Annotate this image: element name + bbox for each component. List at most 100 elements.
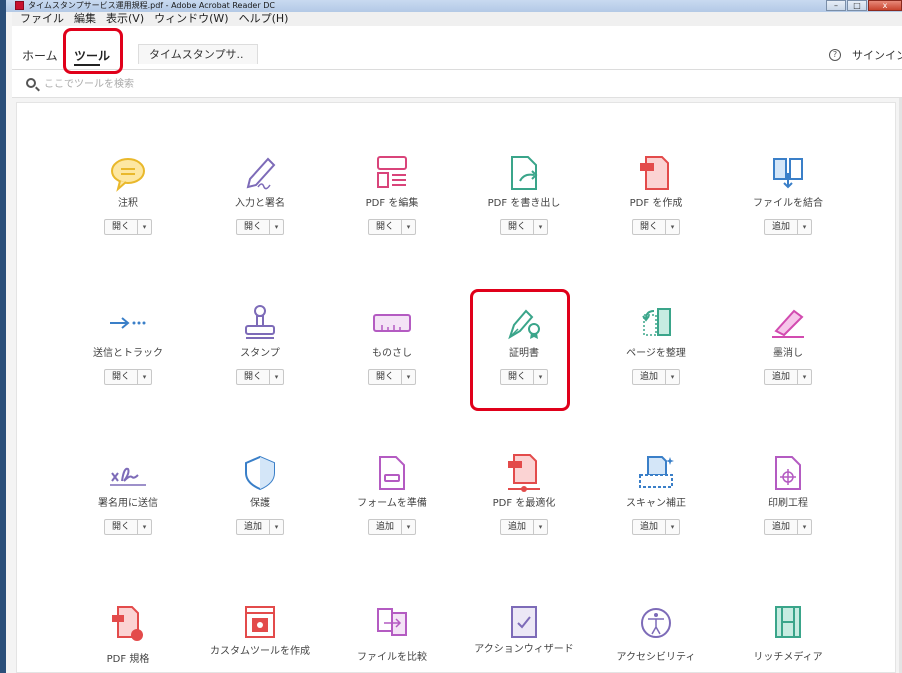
chevron-down-icon[interactable]: ▾ — [665, 220, 679, 234]
tool-open-button[interactable]: 開く ▾ — [104, 519, 152, 535]
chevron-down-icon[interactable]: ▾ — [269, 220, 283, 234]
tool-send-track[interactable]: 送信とトラック 開く ▾ — [63, 303, 193, 385]
tab-document[interactable]: タイムスタンプサ.. — [138, 44, 258, 64]
chevron-down-icon[interactable]: ▾ — [137, 520, 151, 534]
menu-file[interactable]: ファイル — [20, 12, 64, 26]
tool-label: PDF を作成 — [629, 198, 683, 209]
tool-stamp[interactable]: スタンプ 開く ▾ — [195, 303, 325, 385]
tool-export-pdf[interactable]: PDF を書き出し 開く ▾ — [459, 153, 589, 235]
tool-add-button[interactable]: 追加 ▾ — [632, 369, 680, 385]
tool-open-button[interactable]: 開く ▾ — [236, 369, 284, 385]
menu-help[interactable]: ヘルプ(H) — [239, 12, 289, 26]
tool-scan-enhance[interactable]: スキャン補正 追加 ▾ — [591, 453, 721, 535]
tool-label: PDF を最適化 — [492, 498, 556, 509]
tool-open-button[interactable]: 開く ▾ — [632, 219, 680, 235]
chevron-down-icon[interactable]: ▾ — [137, 220, 151, 234]
tool-redact[interactable]: 墨消し 追加 ▾ — [723, 303, 853, 385]
tool-rich-media[interactable]: リッチメディア — [723, 603, 853, 665]
maximize-button[interactable]: □ — [847, 0, 867, 11]
menu-edit[interactable]: 編集 — [74, 12, 96, 26]
redact-icon — [766, 303, 810, 343]
tool-open-button[interactable]: 開く ▾ — [368, 219, 416, 235]
tool-add-button[interactable]: 追加 ▾ — [764, 219, 812, 235]
tool-custom-tool[interactable]: カスタムツールを作成 — [195, 603, 325, 659]
minimize-button[interactable]: – — [826, 0, 846, 11]
tool-button-label: 開く — [375, 222, 394, 232]
tool-label: 印刷工程 — [768, 498, 808, 509]
tool-button-label: 追加 — [771, 372, 790, 382]
scan-enhance-icon — [634, 453, 678, 493]
title-bar: タイムスタンプサービス運用規程.pdf - Adobe Acrobat Read… — [6, 0, 902, 12]
tool-button-label: 追加 — [375, 522, 394, 532]
chevron-down-icon[interactable]: ▾ — [797, 370, 811, 384]
tool-action-wizard[interactable]: アクションウィザード — [459, 603, 589, 657]
tool-ruler[interactable]: ものさし 開く ▾ — [327, 303, 457, 385]
tool-fill-sign[interactable]: 入力と署名 開く ▾ — [195, 153, 325, 235]
tool-button-label: 追加 — [243, 522, 262, 532]
tool-open-button[interactable]: 開く ▾ — [104, 369, 152, 385]
close-button[interactable]: x — [868, 0, 902, 11]
tool-combine-files[interactable]: ファイルを結合 追加 ▾ — [723, 153, 853, 235]
chevron-down-icon[interactable]: ▾ — [401, 220, 415, 234]
tool-protect[interactable]: 保護 追加 ▾ — [195, 453, 325, 535]
tool-open-button[interactable]: 開く ▾ — [104, 219, 152, 235]
tool-label: 入力と署名 — [235, 198, 285, 209]
tool-label: ファイルを比較 — [357, 652, 427, 663]
tool-label: 保護 — [250, 498, 270, 509]
stamp-icon — [238, 303, 282, 343]
tool-open-button[interactable]: 開く ▾ — [236, 219, 284, 235]
tool-compare-files[interactable]: ファイルを比較 — [327, 603, 457, 665]
help-icon[interactable]: ? — [829, 49, 841, 61]
tool-accessibility[interactable]: アクセシビリティ — [591, 603, 721, 665]
tool-edit-pdf[interactable]: PDF を編集 開く ▾ — [327, 153, 457, 235]
tool-button-label: 開く — [111, 522, 130, 532]
tool-print-production[interactable]: 印刷工程 追加 ▾ — [723, 453, 853, 535]
menu-window[interactable]: ウィンドウ(W) — [154, 12, 228, 26]
tool-open-button[interactable]: 開く ▾ — [368, 369, 416, 385]
combine-files-icon — [766, 153, 810, 193]
tool-add-button[interactable]: 追加 ▾ — [500, 519, 548, 535]
tool-organize-pages[interactable]: ページを整理 追加 ▾ — [591, 303, 721, 385]
ruler-icon — [370, 303, 414, 343]
highlight-certificates-tool — [470, 289, 570, 411]
chevron-down-icon[interactable]: ▾ — [797, 220, 811, 234]
tool-label: アクションウィザード — [474, 644, 574, 655]
acrobat-app-icon — [15, 1, 24, 10]
tool-add-button[interactable]: 追加 ▾ — [236, 519, 284, 535]
signin-link[interactable]: サインイン — [852, 47, 902, 63]
compare-files-icon — [370, 603, 414, 643]
tool-prepare-form[interactable]: フォームを準備 追加 ▾ — [327, 453, 457, 535]
chevron-down-icon[interactable]: ▾ — [137, 370, 151, 384]
tool-create-pdf[interactable]: PDF を作成 開く ▾ — [591, 153, 721, 235]
chevron-down-icon[interactable]: ▾ — [269, 520, 283, 534]
tool-comment[interactable]: 注釈 開く ▾ — [63, 153, 193, 235]
edit-pdf-icon — [370, 153, 414, 193]
chevron-down-icon[interactable]: ▾ — [401, 520, 415, 534]
accessibility-icon — [634, 603, 678, 643]
tool-add-button[interactable]: 追加 ▾ — [632, 519, 680, 535]
tool-pdf-standards[interactable]: PDF 規格 — [63, 603, 193, 667]
tool-optimize-pdf[interactable]: PDF を最適化 追加 ▾ — [459, 453, 589, 535]
tool-add-button[interactable]: 追加 ▾ — [764, 369, 812, 385]
tool-button-label: 開く — [243, 222, 262, 232]
tool-label: 送信とトラック — [93, 348, 163, 359]
chevron-down-icon[interactable]: ▾ — [401, 370, 415, 384]
tool-add-button[interactable]: 追加 ▾ — [368, 519, 416, 535]
optimize-pdf-icon — [502, 453, 546, 493]
tool-open-button[interactable]: 開く ▾ — [500, 219, 548, 235]
chevron-down-icon[interactable]: ▾ — [797, 520, 811, 534]
tool-send-for-signature[interactable]: 署名用に送信 開く ▾ — [63, 453, 193, 535]
chevron-down-icon[interactable]: ▾ — [665, 370, 679, 384]
chevron-down-icon[interactable]: ▾ — [533, 520, 547, 534]
search-icon — [26, 78, 36, 88]
tool-add-button[interactable]: 追加 ▾ — [764, 519, 812, 535]
chevron-down-icon[interactable]: ▾ — [665, 520, 679, 534]
tool-button-label: 追加 — [639, 522, 658, 532]
window-title: タイムスタンプサービス運用規程.pdf - Adobe Acrobat Read… — [28, 1, 275, 10]
menu-view[interactable]: 表示(V) — [106, 12, 144, 26]
tool-button-label: 追加 — [507, 522, 526, 532]
tool-search-input[interactable] — [44, 76, 344, 92]
tab-home[interactable]: ホーム — [22, 47, 58, 64]
chevron-down-icon[interactable]: ▾ — [533, 220, 547, 234]
chevron-down-icon[interactable]: ▾ — [269, 370, 283, 384]
